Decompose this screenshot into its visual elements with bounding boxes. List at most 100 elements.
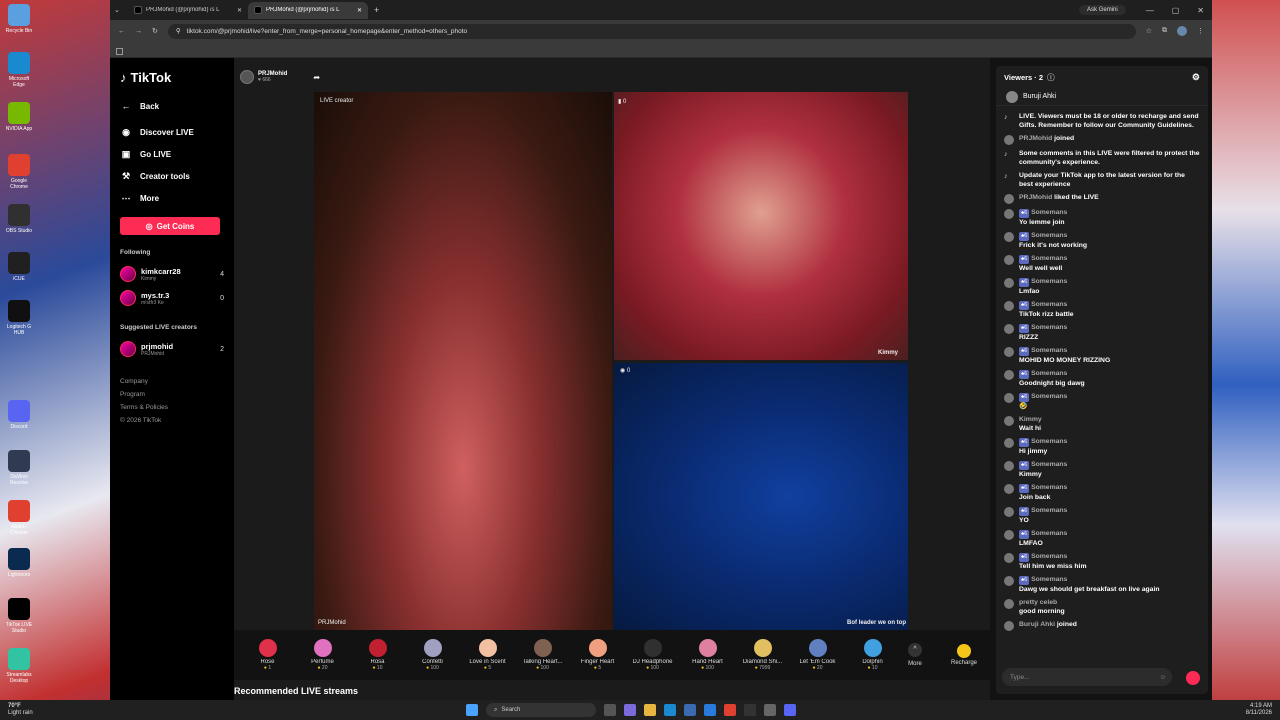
- copilot-icon[interactable]: [624, 704, 636, 716]
- close-window-icon[interactable]: ✕: [1197, 6, 1204, 15]
- user-avatar[interactable]: [1004, 370, 1014, 380]
- gift-item[interactable]: Perfume ● 20: [295, 639, 350, 671]
- desktop-icon[interactable]: Lightroom: [3, 548, 35, 578]
- user-avatar[interactable]: [1004, 438, 1014, 448]
- user-avatar[interactable]: [1004, 301, 1014, 311]
- user-avatar[interactable]: [1004, 621, 1014, 631]
- file-explorer-icon[interactable]: [644, 704, 656, 716]
- windows-start-icon[interactable]: [466, 704, 478, 716]
- back-arrow-icon[interactable]: ←: [118, 28, 125, 35]
- settings-gear-icon[interactable]: ⚙: [1192, 72, 1200, 83]
- edge-icon[interactable]: [664, 704, 676, 716]
- user-avatar[interactable]: [1004, 347, 1014, 357]
- gift-item[interactable]: Confetti ● 100: [405, 639, 460, 671]
- host-info[interactable]: PRJMohid ♥ 666 ➦: [240, 70, 320, 84]
- emoji-icon[interactable]: ☺: [1159, 674, 1166, 681]
- nav-item[interactable]: ⋯ More: [120, 187, 224, 209]
- store-icon[interactable]: [684, 704, 696, 716]
- app-icon[interactable]: [764, 704, 776, 716]
- gift-item[interactable]: Let 'Em Cook ● 20: [790, 639, 845, 671]
- desktop-icon[interactable]: Logitech G HUB: [3, 300, 35, 336]
- creator-item[interactable]: prjmohid PRJMohid 2: [120, 337, 224, 361]
- user-avatar[interactable]: [1004, 507, 1014, 517]
- creator-item[interactable]: kimkcarr28 Kimmy 4: [120, 262, 224, 286]
- desktop-icon[interactable]: Google Chrome: [3, 154, 35, 190]
- desktop-icon[interactable]: iCUE: [3, 252, 35, 282]
- desktop-icon[interactable]: Microsoft Edge: [3, 52, 35, 88]
- desktop-icon[interactable]: TikTok LIVE Studio: [3, 598, 35, 634]
- task-view-icon[interactable]: [604, 704, 616, 716]
- gift-item[interactable]: Rosa ● 10: [350, 639, 405, 671]
- menu-icon[interactable]: ⋮: [1197, 27, 1204, 35]
- host-avatar[interactable]: [240, 70, 254, 84]
- gift-item[interactable]: Love in Scent ● 5: [460, 639, 515, 671]
- user-avatar[interactable]: [1004, 324, 1014, 334]
- user-avatar[interactable]: [1004, 255, 1014, 265]
- site-info-icon[interactable]: ⚲: [176, 27, 181, 35]
- weather-widget[interactable]: 70°F Light rain: [8, 703, 33, 717]
- taskbar-search[interactable]: ⌕ Search: [486, 703, 596, 717]
- bookmark-star-icon[interactable]: ☆: [1146, 27, 1152, 35]
- like-heart-button[interactable]: [1186, 671, 1200, 685]
- browser-tab-1[interactable]: PRJMohid (@prjmohid) is L ✕: [128, 2, 248, 19]
- user-avatar[interactable]: [1004, 393, 1014, 403]
- nav-item[interactable]: ▣ Go LIVE: [120, 143, 224, 165]
- desktop-icon[interactable]: Abdul - Chrome: [3, 500, 35, 536]
- desktop-icon[interactable]: Streamlabs Desktop: [3, 648, 35, 684]
- user-avatar[interactable]: [1004, 416, 1014, 426]
- desktop-icon[interactable]: DaVinci Resolve: [3, 450, 35, 486]
- back-button[interactable]: ← Back: [120, 95, 224, 117]
- tiktok-logo[interactable]: ♪ TikTok: [120, 70, 224, 85]
- video-guest-top[interactable]: ▮ 0 Kimmy: [614, 92, 908, 360]
- video-main-creator[interactable]: LIVE creator PRJMohid: [314, 92, 612, 630]
- obs-icon[interactable]: [744, 704, 756, 716]
- user-avatar[interactable]: [1004, 461, 1014, 471]
- desktop-icon[interactable]: OBS Studio: [3, 204, 35, 234]
- desktop-icon[interactable]: Recycle Bin: [3, 4, 35, 34]
- tab-search-icon[interactable]: ⌄: [114, 6, 128, 14]
- gift-item[interactable]: DJ Headphone ● 100: [625, 639, 680, 671]
- forward-arrow-icon[interactable]: →: [135, 28, 142, 35]
- user-avatar[interactable]: [1004, 232, 1014, 242]
- maximize-icon[interactable]: ▢: [1172, 6, 1180, 15]
- footer-link[interactable]: Company: [120, 375, 224, 388]
- user-avatar[interactable]: [1004, 209, 1014, 219]
- chat-input[interactable]: Type... ☺: [1002, 668, 1172, 686]
- user-avatar[interactable]: [1004, 135, 1014, 145]
- info-icon[interactable]: ⓘ: [1047, 72, 1055, 83]
- extensions-icon[interactable]: ⧉: [1162, 27, 1167, 35]
- desktop-icon[interactable]: NVIDIA App: [3, 102, 35, 132]
- gift-item[interactable]: Dolphin ● 10: [845, 639, 900, 671]
- more-gifts-button[interactable]: ^ More: [900, 643, 930, 667]
- ask-gemini-button[interactable]: Ask Gemini: [1079, 5, 1126, 15]
- video-guest-bottom[interactable]: ◉ 0 Bof leader we on top: [614, 363, 908, 630]
- apps-grid-icon[interactable]: [116, 48, 123, 55]
- user-avatar[interactable]: [1004, 530, 1014, 540]
- gift-item[interactable]: Diamond Shi... ● 7999: [735, 639, 790, 671]
- user-avatar[interactable]: [1004, 194, 1014, 204]
- new-tab-button[interactable]: +: [374, 5, 379, 15]
- user-avatar[interactable]: [1004, 553, 1014, 563]
- reload-icon[interactable]: ↻: [152, 27, 158, 35]
- user-avatar[interactable]: [1004, 576, 1014, 586]
- close-icon[interactable]: ✕: [357, 7, 362, 14]
- photos-icon[interactable]: [704, 704, 716, 716]
- nav-item[interactable]: ⚒ Creator tools: [120, 165, 224, 187]
- gift-item[interactable]: Hand Heart ● 100: [680, 639, 735, 671]
- user-avatar[interactable]: [1004, 278, 1014, 288]
- footer-link[interactable]: Program: [120, 388, 224, 401]
- desktop-icon[interactable]: Discord: [3, 400, 35, 430]
- gift-item[interactable]: Talking Heart... ● 100: [515, 639, 570, 671]
- close-icon[interactable]: ✕: [237, 7, 242, 14]
- minimize-icon[interactable]: —: [1146, 6, 1154, 15]
- system-clock[interactable]: 4:19 AM 8/11/2026: [1246, 703, 1272, 717]
- recharge-button[interactable]: Recharge: [940, 644, 988, 666]
- browser-tab-2[interactable]: PRJMohid (@prjmohid) is L ✕: [248, 1, 368, 19]
- share-icon[interactable]: ➦: [313, 73, 320, 82]
- footer-link[interactable]: Terms & Policies: [120, 401, 224, 414]
- viewer-row[interactable]: Buruji Ahki: [996, 88, 1208, 106]
- gift-item[interactable]: Finger Heart ● 5: [570, 639, 625, 671]
- get-coins-button[interactable]: ◎ Get Coins: [120, 217, 220, 235]
- user-avatar[interactable]: [1004, 599, 1014, 609]
- url-field[interactable]: ⚲ tiktok.com/@prjmohid/live?enter_from_m…: [167, 23, 1136, 39]
